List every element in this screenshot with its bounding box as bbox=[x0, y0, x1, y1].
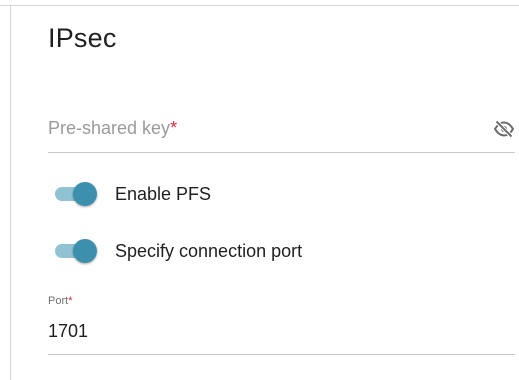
section-title: IPsec bbox=[48, 23, 117, 53]
port-input[interactable] bbox=[48, 321, 448, 342]
pre-shared-key-placeholder: Pre-shared key* bbox=[48, 118, 177, 139]
required-mark: * bbox=[68, 295, 73, 307]
specify-port-toggle[interactable] bbox=[53, 236, 99, 266]
enable-pfs-row: Enable PFS bbox=[53, 179, 211, 209]
ipsec-panel: IPsec Pre-shared key* Enable PFS Specify… bbox=[11, 6, 519, 380]
specify-port-label: Specify connection port bbox=[115, 240, 303, 261]
required-mark: * bbox=[170, 118, 178, 138]
pre-shared-key-placeholder-text: Pre-shared key bbox=[48, 118, 171, 138]
enable-pfs-toggle[interactable] bbox=[53, 179, 99, 209]
port-label: Port* bbox=[48, 295, 72, 307]
port-label-text: Port bbox=[48, 295, 69, 307]
pre-shared-key-field[interactable]: Pre-shared key* bbox=[48, 112, 515, 153]
toggle-knob bbox=[73, 239, 97, 263]
specify-port-row: Specify connection port bbox=[53, 236, 302, 266]
port-field: Port* bbox=[48, 293, 515, 355]
eye-slash-icon[interactable] bbox=[493, 118, 515, 140]
enable-pfs-label: Enable PFS bbox=[115, 183, 212, 204]
toggle-knob bbox=[73, 182, 97, 206]
